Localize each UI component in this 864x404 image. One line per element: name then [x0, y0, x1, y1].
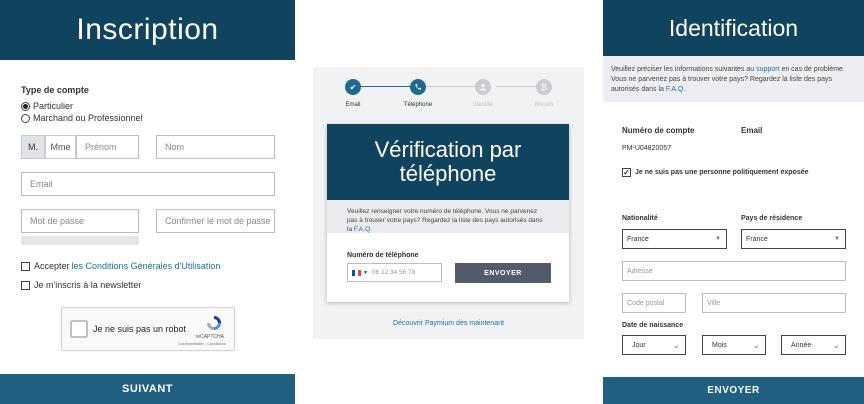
civility-m-button[interactable]: M.: [21, 135, 45, 159]
account-number-label: Numéro de compte: [622, 126, 695, 135]
step-bitcoin-label: Bitcoin: [534, 102, 553, 108]
verification-card: Vérification par téléphone Veuillez rens…: [327, 124, 569, 302]
terms-checkbox[interactable]: [21, 261, 30, 271]
email-label: Email: [741, 126, 763, 135]
birth-month-value: Mois: [712, 341, 727, 349]
step-phone-icon: [410, 79, 426, 95]
progress-steps: ✔ ₿ Email Téléphone Identité Bitcoin: [313, 67, 584, 117]
confirm-password-input[interactable]: Confirmer le mot de passe: [156, 209, 275, 233]
chevron-down-icon: ⌄: [832, 340, 840, 350]
birth-year-select[interactable]: Année ⌄: [781, 335, 846, 355]
nationality-select[interactable]: France ▼: [622, 229, 727, 249]
step-identity-label: Identité: [473, 102, 493, 108]
radio-unchecked-icon[interactable]: [21, 113, 30, 123]
recaptcha-brand: reCAPTCHA: [195, 334, 224, 340]
verification-notice: Veuillez renseigner votre numéro de télé…: [327, 200, 569, 233]
birthdate-label: Date de naissance: [622, 322, 684, 329]
phone-input[interactable]: ▼ 06 12 34 56 78: [347, 263, 442, 282]
faq-link[interactable]: F.A.Q.: [666, 86, 685, 93]
chevron-down-icon: ▼: [715, 236, 721, 242]
phone-placeholder: 06 12 34 56 78: [371, 269, 416, 276]
radio-checked-icon[interactable]: [21, 101, 30, 111]
recaptcha-widget[interactable]: Je ne suis pas un robot reCAPTCHA Confid…: [61, 307, 235, 351]
country-dropdown-icon[interactable]: ▼: [363, 270, 368, 276]
terms-prefix: Accepter: [34, 261, 70, 271]
residence-value: France: [746, 235, 768, 243]
faq-link[interactable]: F.A.Q.: [354, 226, 372, 233]
inscription-title: Inscription: [0, 0, 295, 60]
terms-link[interactable]: les Conditions Générales d'Utilisation: [72, 261, 221, 271]
identification-notice-text-a: Veuillez préciser les informations suiva…: [611, 66, 757, 73]
phone-icon: [415, 84, 421, 90]
step-identity-icon: [475, 79, 491, 95]
screenshot-root: Inscription Type de compte Particulier M…: [0, 0, 864, 404]
recaptcha-checkbox[interactable]: [70, 320, 88, 338]
chevron-down-icon: ▼: [834, 236, 840, 242]
birth-day-select[interactable]: Jour ⌄: [622, 335, 686, 355]
step-email-icon: ✔: [345, 79, 361, 95]
france-flag-icon[interactable]: [352, 269, 361, 276]
account-type-label: Type de compte: [21, 85, 89, 95]
step-phone-label: Téléphone: [403, 102, 433, 108]
residence-select[interactable]: France ▼: [741, 229, 846, 249]
lastname-input[interactable]: Nom: [156, 135, 275, 159]
identification-notice: Veuillez préciser les informations suiva…: [603, 56, 864, 102]
submit-button[interactable]: ENVOYER: [603, 377, 864, 404]
email-input[interactable]: Email: [21, 172, 275, 196]
recaptcha-label: Je ne suis pas un robot: [93, 324, 187, 334]
radio-professionnel[interactable]: Marchand ou Professionnel: [21, 113, 143, 123]
account-number-value: PM-U04820057: [622, 145, 672, 152]
verification-panel: ✔ ₿ Email Téléphone Identité Bitcoin Vér…: [313, 67, 584, 339]
birth-month-select[interactable]: Mois ⌄: [702, 335, 766, 355]
password-strength-meter: [21, 236, 139, 245]
recaptcha-privacy[interactable]: Confidentialité - Conditions: [178, 341, 226, 346]
birth-year-value: Année: [791, 341, 812, 349]
pep-checkbox[interactable]: ✓: [622, 168, 631, 177]
next-button[interactable]: SUIVANT: [0, 374, 295, 404]
city-input[interactable]: Ville: [702, 293, 846, 313]
pep-checkbox-row[interactable]: ✓ Je ne suis pas une personne politiquem…: [622, 168, 809, 177]
residence-label: Pays de résidence: [741, 215, 803, 222]
step-email-label: Email: [345, 102, 361, 108]
nationality-label: Nationalité: [622, 215, 658, 222]
step-bitcoin-icon: ₿: [536, 79, 552, 95]
birth-day-value: Jour: [632, 341, 646, 349]
verification-notice-text: Veuillez renseigner votre numéro de télé…: [347, 208, 543, 233]
radio-particulier-label: Particulier: [33, 101, 74, 111]
civility-mme-button[interactable]: Mme: [45, 135, 76, 159]
newsletter-label: Je m'inscris à la newsletter: [34, 280, 142, 290]
identification-title: Identification: [603, 0, 864, 56]
verification-title: Vérification par téléphone: [327, 124, 569, 200]
chevron-down-icon: ⌄: [672, 340, 680, 350]
postal-code-input[interactable]: Code postal: [622, 293, 686, 313]
step-connector: [426, 86, 480, 87]
password-input[interactable]: Mot de passe: [21, 209, 139, 233]
nationality-value: France: [627, 235, 649, 243]
terms-checkbox-row[interactable]: Accepter les Conditions Générales d'Util…: [21, 261, 220, 271]
firstname-input[interactable]: Prénom: [76, 135, 139, 159]
discover-link[interactable]: Découvrir Paymium dès maintenant: [313, 320, 584, 327]
radio-professionnel-label: Marchand ou Professionnel: [33, 113, 143, 123]
chevron-down-icon: ⌄: [752, 340, 760, 350]
pep-label: Je ne suis pas une personne politiquemen…: [635, 169, 809, 176]
inscription-panel: Inscription Type de compte Particulier M…: [0, 0, 295, 404]
person-icon: [480, 83, 486, 91]
recaptcha-logo-icon: [207, 316, 221, 330]
newsletter-checkbox-row[interactable]: Je m'inscris à la newsletter: [21, 280, 141, 290]
address-input[interactable]: Adresse: [622, 261, 846, 281]
support-link[interactable]: support: [756, 66, 779, 73]
radio-particulier[interactable]: Particulier: [21, 101, 73, 111]
step-connector: [356, 86, 410, 87]
phone-label: Numéro de téléphone: [347, 252, 419, 259]
send-button[interactable]: ENVOYER: [455, 263, 551, 283]
newsletter-checkbox[interactable]: [21, 280, 30, 290]
identification-panel: Identification Veuillez préciser les inf…: [603, 0, 864, 404]
